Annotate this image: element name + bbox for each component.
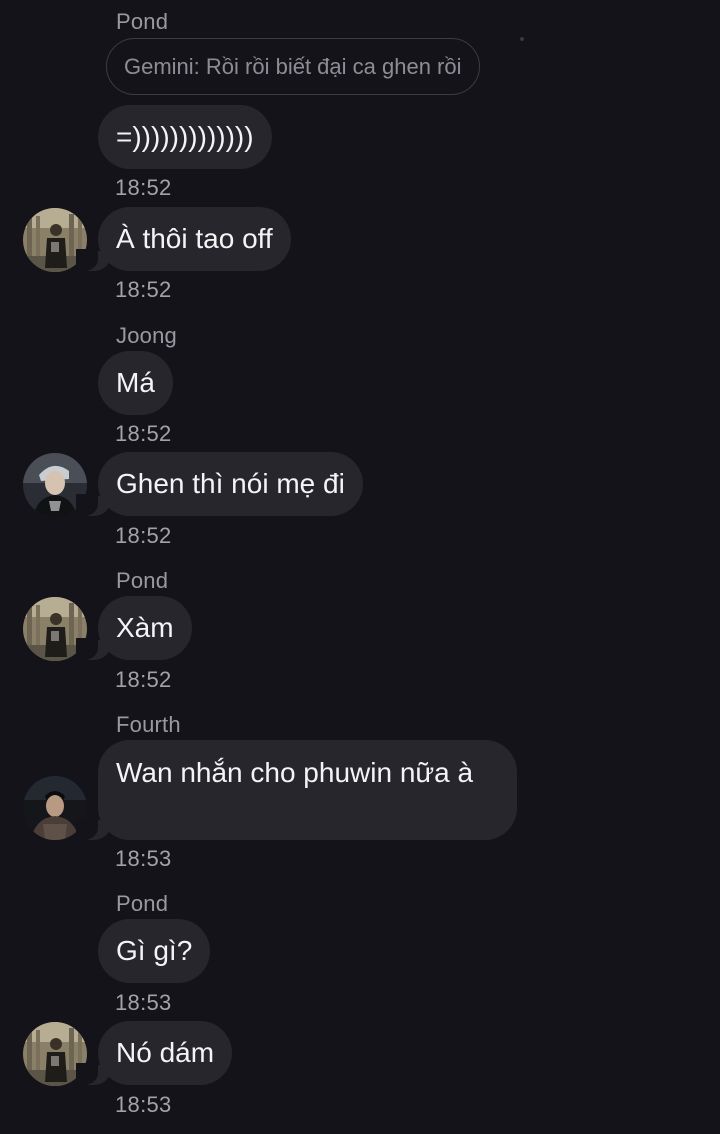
message-bubble[interactable]: À thôi tao off (76, 207, 291, 271)
scroll-indicator-dot (520, 37, 524, 41)
message-bubble[interactable]: Ghen thì nói mẹ đi (76, 452, 363, 516)
reply-preview[interactable]: Gemini: Rồi rồi biết đại ca ghen rồi (106, 38, 480, 95)
message-bubble[interactable]: Xàm (76, 596, 192, 660)
message-text: Wan nhắn cho phuwin nữa à (116, 757, 474, 788)
message-time: 18:53 (115, 990, 172, 1015)
reply-preview-text: Gemini: Rồi rồi biết đại ca ghen rồi (124, 53, 462, 79)
sender-name: Pond (116, 568, 169, 593)
sender-name: Pond (116, 9, 169, 34)
message-text: =))))))))))))) (116, 121, 254, 152)
message-time: 18:52 (115, 277, 172, 302)
message-text: Xàm (116, 612, 174, 643)
message-time: 18:52 (115, 667, 172, 692)
message-time: 18:53 (115, 1092, 172, 1117)
sender-name: Joong (116, 323, 177, 348)
message-text: Má (116, 367, 155, 398)
sender-name: Pond (116, 891, 169, 916)
message-text: Nó dám (116, 1037, 215, 1068)
message-time: 18:52 (115, 175, 172, 200)
message-text: Gì gì? (116, 935, 193, 966)
message-bubble[interactable]: Gì gì? (98, 919, 211, 983)
message-time: 18:53 (115, 846, 172, 871)
message-time: 18:52 (115, 421, 172, 446)
chat-thread: Pond Gemini: Rồi rồi biết đại ca ghen rồ… (0, 0, 720, 1134)
message-bubble[interactable]: Wan nhắn cho phuwin nữa à (76, 740, 517, 840)
sender-name: Fourth (116, 712, 181, 737)
message-bubble[interactable]: =))))))))))))) (98, 105, 272, 169)
message-bubble[interactable]: Má (98, 351, 173, 415)
message-text: Ghen thì nói mẹ đi (116, 468, 345, 499)
message-text: À thôi tao off (116, 223, 273, 254)
message-bubble[interactable]: Nó dám (75, 1021, 233, 1085)
message-time: 18:52 (115, 523, 172, 548)
